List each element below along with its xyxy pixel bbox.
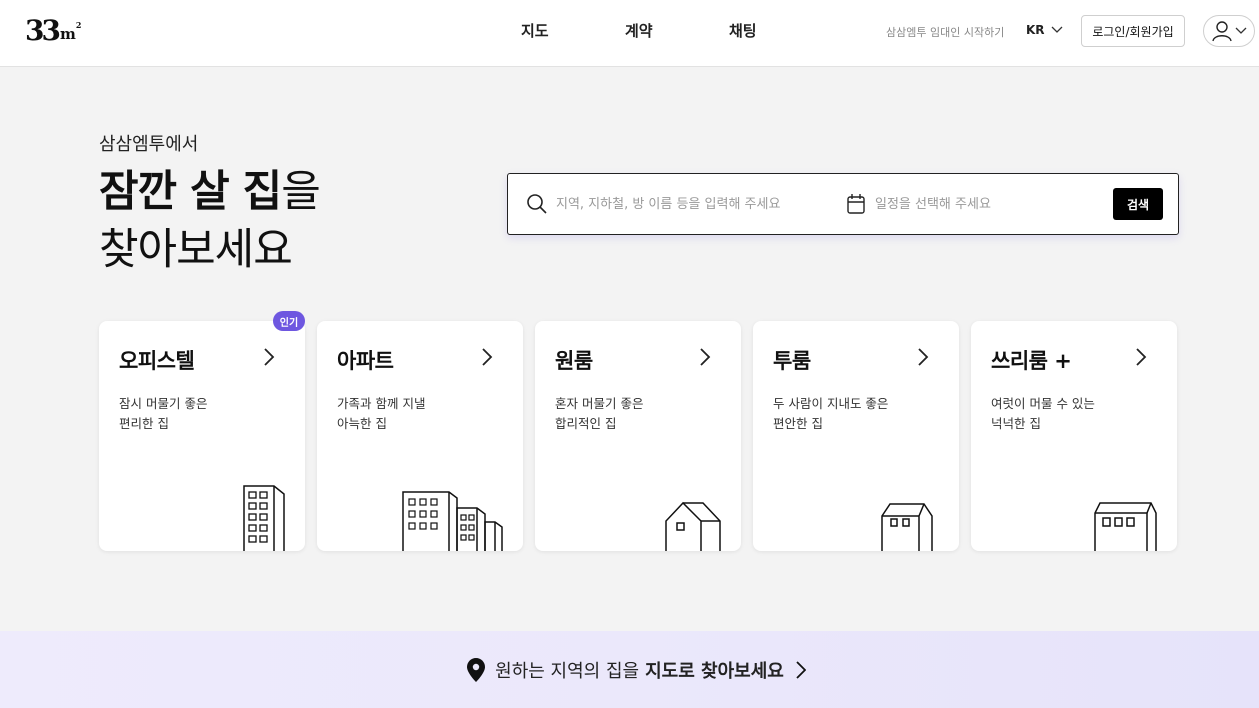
chevron-right-icon — [796, 660, 806, 679]
card-desc-line: 편안한 집 — [773, 416, 823, 431]
logo[interactable]: 33 m 2 — [25, 14, 81, 48]
banner-content: 원하는 지역의 집을 지도로 찾아보세요 — [467, 657, 806, 683]
category-card-oneroom[interactable]: 원룸 혼자 머물기 좋은 합리적인 집 — [535, 321, 741, 551]
card-title: 아파트 — [337, 349, 394, 373]
card-desc-line: 가족과 함께 지낼 — [337, 396, 426, 411]
card-desc-line: 여럿이 머물 수 있는 — [991, 396, 1095, 411]
category-card-tworoom[interactable]: 투룸 두 사람이 지내도 좋은 편안한 집 — [753, 321, 959, 551]
card-description: 잠시 머물기 좋은 편리한 집 — [119, 394, 207, 434]
date-picker-input[interactable] — [875, 190, 1095, 218]
nav-item-chat[interactable]: 채팅 — [729, 20, 757, 41]
chevron-right-icon — [1136, 348, 1147, 366]
nav-item-map[interactable]: 지도 — [521, 20, 549, 41]
card-description: 두 사람이 지내도 좋은 편안한 집 — [773, 394, 888, 434]
chevron-right-icon — [700, 348, 711, 366]
search-button[interactable]: 검색 — [1113, 188, 1163, 220]
chevron-down-icon — [1235, 27, 1247, 34]
small-house-icon — [665, 501, 721, 551]
calendar-icon — [847, 194, 865, 214]
card-title: 쓰리룸 + — [991, 349, 1072, 373]
category-card-threeroom[interactable]: 쓰리룸 + 여럿이 머물 수 있는 넉넉한 집 — [971, 321, 1177, 551]
headline-line-1: 잠깐 살 집을 — [99, 163, 321, 221]
map-pin-icon — [467, 657, 486, 682]
large-house-icon — [1094, 502, 1157, 551]
popular-badge: 인기 — [273, 311, 305, 331]
card-description: 여럿이 머물 수 있는 넉넉한 집 — [991, 394, 1095, 434]
card-title: 오피스텔 — [119, 349, 195, 373]
hero-intro: 삼삼엠투에서 — [99, 134, 199, 155]
search-bar: 검색 — [507, 173, 1179, 235]
headline-bold: 잠깐 살 집 — [99, 167, 282, 217]
chevron-right-icon — [482, 348, 493, 366]
card-desc-line: 합리적인 집 — [555, 416, 617, 431]
card-desc-line: 넉넉한 집 — [991, 416, 1041, 431]
site-header: 33 m 2 지도 계약 채팅 삼삼엠투 임대인 시작하기 KR 로그인/회원가… — [0, 0, 1259, 67]
location-search-input[interactable] — [556, 190, 826, 218]
card-title: 투룸 — [773, 349, 811, 373]
card-desc-line: 아늑한 집 — [337, 416, 387, 431]
login-signup-button[interactable]: 로그인/회원가입 — [1081, 15, 1185, 47]
headline-line-2: 찾아보세요 — [99, 225, 293, 275]
card-description: 혼자 머물기 좋은 합리적인 집 — [555, 394, 643, 434]
card-desc-line: 혼자 머물기 좋은 — [555, 396, 644, 411]
banner-text-bold: 지도로 찾아보세요 — [645, 660, 784, 682]
hero-headline: 잠깐 살 집을 찾아보세요 — [99, 163, 321, 279]
chevron-right-icon — [264, 348, 275, 366]
card-description: 가족과 함께 지낼 아늑한 집 — [337, 394, 425, 434]
language-selector[interactable]: KR — [1026, 23, 1063, 37]
user-icon — [1212, 21, 1232, 42]
nav-item-contract[interactable]: 계약 — [625, 20, 653, 41]
apartment-buildings-icon — [402, 491, 503, 551]
search-icon — [527, 194, 547, 214]
chevron-down-icon — [1051, 26, 1063, 33]
profile-menu[interactable] — [1203, 15, 1255, 47]
headline-suffix: 을 — [281, 167, 321, 217]
logo-main: 33 — [25, 14, 61, 47]
host-start-link[interactable]: 삼삼엠투 임대인 시작하기 — [886, 24, 1004, 40]
category-card-apartment[interactable]: 아파트 가족과 함께 지낼 아늑한 집 — [317, 321, 523, 551]
medium-house-icon — [881, 503, 933, 551]
logo-sup: 2 — [75, 20, 82, 30]
category-card-officetel[interactable]: 오피스텔 잠시 머물기 좋은 편리한 집 — [99, 321, 305, 551]
language-label: KR — [1026, 23, 1045, 37]
card-desc-line: 두 사람이 지내도 좋은 — [773, 396, 889, 411]
banner-text: 원하는 지역의 집을 — [495, 660, 640, 682]
card-desc-line: 잠시 머물기 좋은 — [119, 396, 208, 411]
map-search-banner[interactable]: 원하는 지역의 집을 지도로 찾아보세요 — [0, 631, 1259, 708]
officetel-building-icon — [243, 485, 285, 551]
chevron-right-icon — [918, 348, 929, 366]
card-title: 원룸 — [555, 349, 593, 373]
card-desc-line: 편리한 집 — [119, 416, 169, 431]
logo-unit: m — [59, 25, 76, 43]
